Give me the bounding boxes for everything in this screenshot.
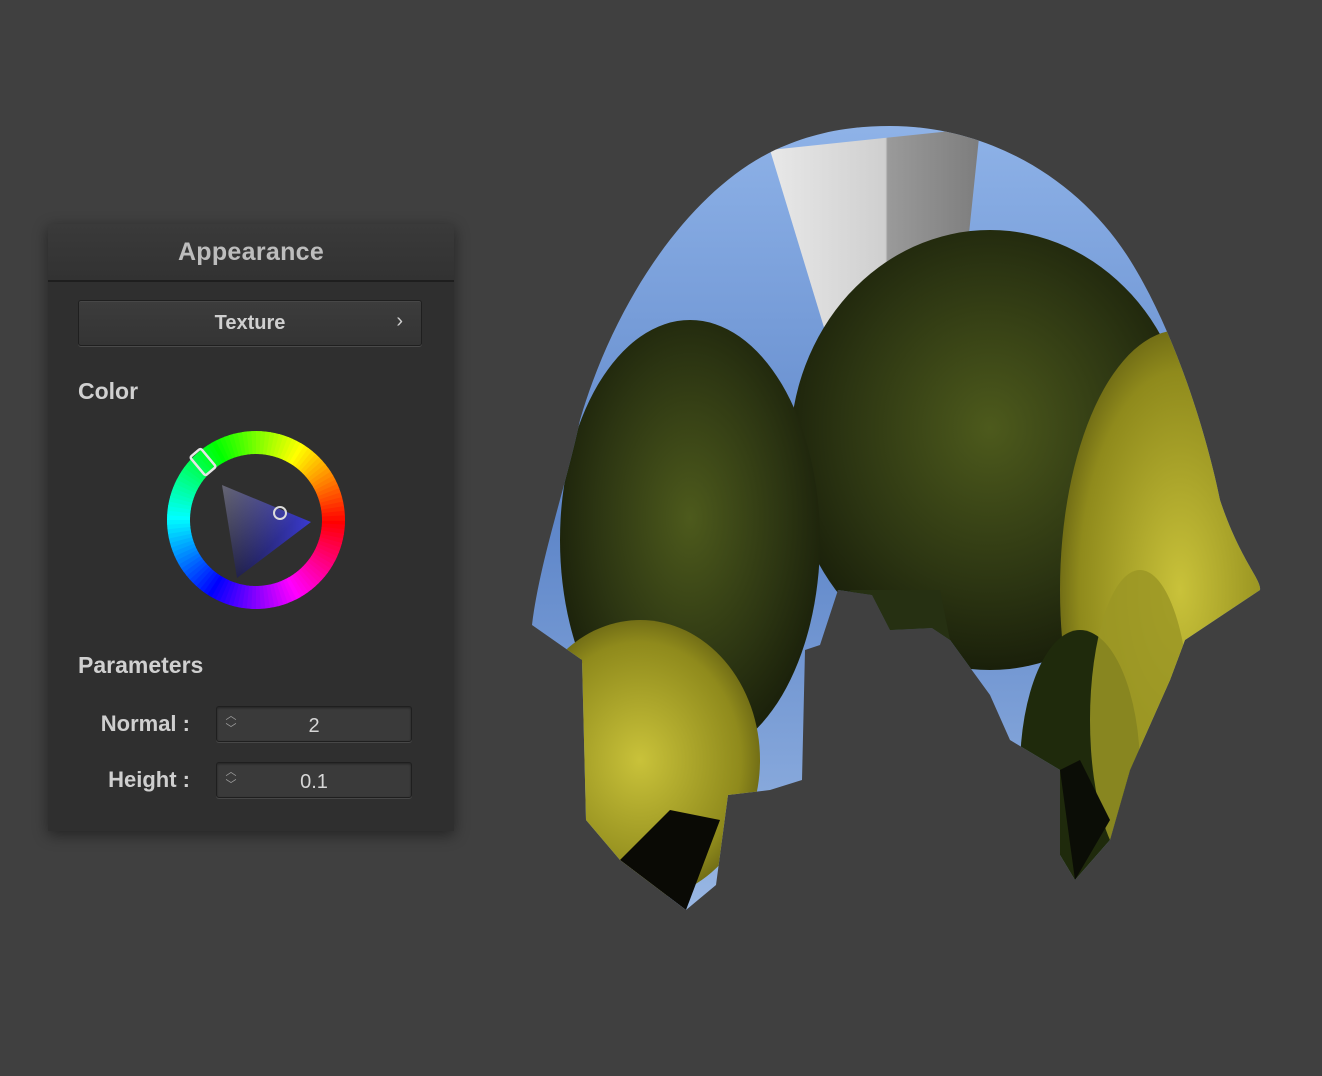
texture-button-label: Texture — [214, 311, 286, 334]
parameters-section-label: Parameters — [78, 652, 204, 678]
normal-parameter-row: Normal : ︿ ﹀ 2 — [48, 706, 454, 744]
normal-spinbox[interactable]: ︿ ﹀ 2 — [216, 706, 412, 742]
normal-spin-arrows[interactable]: ︿ ﹀ — [225, 710, 237, 738]
height-parameter-row: Height : ︿ ﹀ 0.1 — [48, 762, 454, 800]
color-section-label: Color — [78, 378, 139, 404]
panel-title: Appearance — [48, 224, 454, 282]
height-spinbox[interactable]: ︿ ﹀ 0.1 — [216, 762, 412, 798]
spin-down-icon[interactable]: ﹀ — [225, 723, 237, 736]
height-spin-arrows[interactable]: ︿ ﹀ — [225, 766, 237, 794]
height-value[interactable]: 0.1 — [241, 771, 387, 794]
spin-up-icon[interactable]: ︿ — [225, 710, 237, 723]
appearance-panel: Appearance Texture › Color Parameters No… — [48, 224, 454, 831]
normal-label: Normal : — [100, 711, 190, 736]
3d-viewport-draped-cloth[interactable] — [520, 120, 1280, 920]
triangle-highlight — [222, 485, 311, 578]
chevron-right-icon: › — [396, 310, 403, 332]
normal-value[interactable]: 2 — [241, 715, 387, 738]
spin-up-icon[interactable]: ︿ — [225, 766, 237, 779]
color-wheel[interactable] — [165, 429, 347, 611]
spin-down-icon[interactable]: ﹀ — [225, 779, 237, 792]
height-label: Height : — [108, 767, 190, 792]
texture-button[interactable]: Texture › — [78, 300, 422, 346]
